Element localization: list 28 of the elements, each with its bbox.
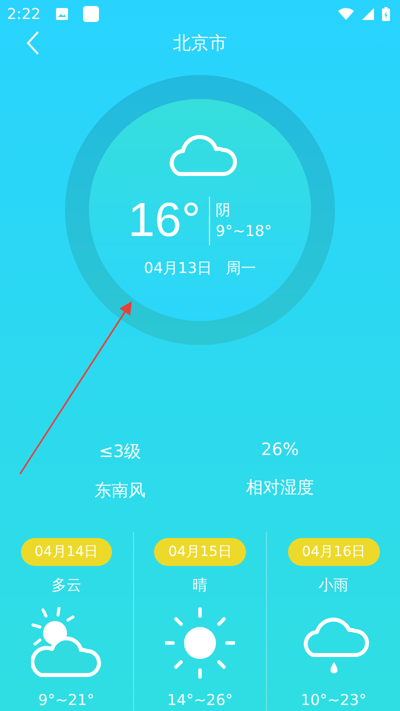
forecast-condition: 小雨 <box>318 576 349 595</box>
forecast-range: 10°~23° <box>300 691 367 709</box>
wifi-icon <box>338 8 354 20</box>
forecast-condition: 多云 <box>51 576 82 595</box>
battery-icon <box>382 7 390 21</box>
current-date: 04月13日 <box>144 259 212 278</box>
stat-label: 东南风 <box>94 480 146 502</box>
current-range: 9°~18° <box>216 221 272 242</box>
current-condition: 阴 <box>216 200 232 221</box>
stat-value: 26% <box>261 440 299 460</box>
back-icon[interactable] <box>26 31 40 55</box>
date-pill: 04月15日 <box>154 538 246 566</box>
image-icon <box>54 7 69 21</box>
forecast-range: 14°~26° <box>167 691 233 709</box>
stat-label: 相对湿度 <box>246 477 314 499</box>
date-pill: 04月14日 <box>20 538 112 566</box>
status-time: 2:22 <box>7 5 41 23</box>
forecast-condition: 晴 <box>192 576 208 595</box>
stat-value: ≤3级 <box>98 441 142 463</box>
current-weekday: 周一 <box>226 259 256 278</box>
sun-icon <box>165 607 235 679</box>
forecast-range: 9°~21° <box>38 691 94 709</box>
sun-behind-cloud-icon <box>31 607 102 679</box>
app-icon <box>82 6 99 22</box>
date-pill: 04月16日 <box>288 538 380 566</box>
current-temperature: 16° <box>128 197 210 245</box>
city-title: 北京市 <box>173 32 227 55</box>
signal-icon <box>362 8 374 20</box>
